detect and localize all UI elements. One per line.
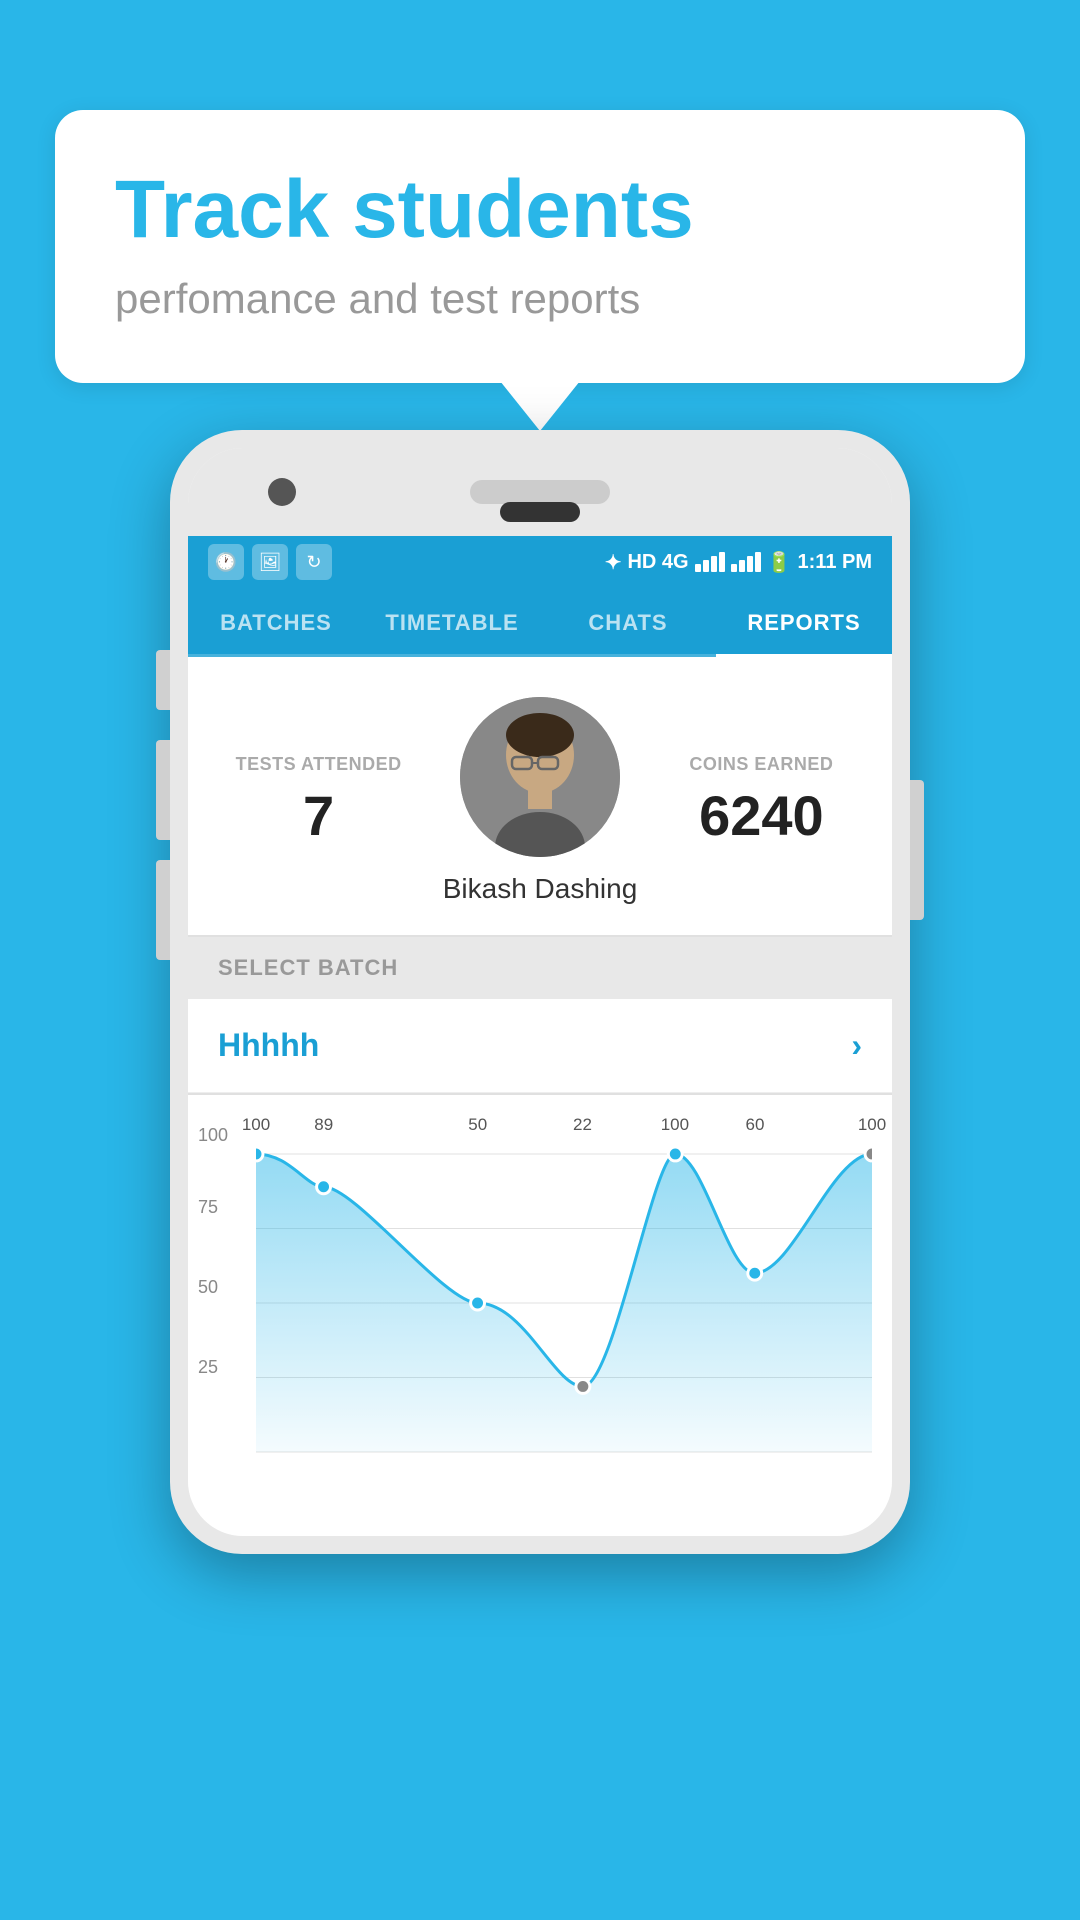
status-bar: 🕐 🖼 ↻ ✦ HD 4G (188, 536, 892, 588)
user-name: Bikash Dashing (443, 873, 638, 905)
batch-name: Hhhhh (218, 1027, 319, 1064)
chart-point-0 (256, 1147, 263, 1161)
earpiece (500, 502, 580, 522)
chart-section: 100 75 50 25 100 89 50 22 100 60 1 (188, 1095, 892, 1478)
avatar (460, 697, 620, 857)
chart-point-4 (668, 1147, 682, 1161)
point-label-0: 100 (242, 1115, 270, 1135)
side-button-left1 (156, 650, 170, 710)
chevron-right-icon: › (851, 1027, 862, 1064)
phone-mockup: 🕐 🖼 ↻ ✦ HD 4G (170, 430, 910, 1554)
chart-point-1 (317, 1180, 331, 1194)
bubble-title: Track students (115, 165, 965, 255)
avatar-block: Bikash Dashing (419, 697, 661, 905)
chart-wrapper: 100 89 50 22 100 60 100 (256, 1115, 872, 1468)
chart-svg (256, 1143, 872, 1463)
tests-attended-label: TESTS ATTENDED (218, 754, 419, 775)
point-label-6: 100 (858, 1115, 886, 1135)
time-display: 1:11 PM (798, 551, 872, 574)
side-button-left3 (156, 860, 170, 960)
signal-bar-2 (703, 560, 709, 572)
bubble-subtitle: perfomance and test reports (115, 275, 965, 323)
y-label-25: 25 (198, 1357, 218, 1378)
side-button-right (910, 780, 924, 920)
coins-earned-value: 6240 (661, 783, 862, 848)
signal-bar-1 (695, 564, 701, 572)
chart-top-labels: 100 89 50 22 100 60 100 (256, 1115, 872, 1143)
point-label-3: 22 (573, 1115, 592, 1135)
chart-point-3 (576, 1380, 590, 1394)
tab-chats[interactable]: CHATS (540, 588, 716, 654)
signal-bar-3 (711, 556, 717, 572)
avatar-image (460, 697, 620, 857)
icon-image: 🖼 (252, 544, 288, 580)
point-label-2: 50 (468, 1115, 487, 1135)
point-label-1: 89 (314, 1115, 333, 1135)
status-icons-left: 🕐 🖼 ↻ (208, 544, 332, 580)
phone-body: 🕐 🖼 ↻ ✦ HD 4G (170, 430, 910, 1554)
point-label-5: 60 (745, 1115, 764, 1135)
point-label-4: 100 (661, 1115, 689, 1135)
y-label-75: 75 (198, 1197, 218, 1218)
tests-attended-block: TESTS ATTENDED 7 (218, 754, 419, 848)
status-icons-right: ✦ HD 4G (605, 550, 872, 575)
icon-clock: 🕐 (208, 544, 244, 580)
tab-timetable[interactable]: TIMETABLE (364, 588, 540, 654)
phone-top-bar (188, 448, 892, 536)
battery-icon: 🔋 (767, 550, 792, 575)
chart-point-2 (471, 1296, 485, 1310)
chart-point-6 (865, 1147, 872, 1161)
signal-bar-5 (731, 564, 737, 572)
icon-wifi: ↻ (296, 544, 332, 580)
tests-attended-value: 7 (218, 783, 419, 848)
signal-bar-6 (739, 560, 745, 572)
profile-section: TESTS ATTENDED 7 (188, 657, 892, 935)
camera-lens (268, 478, 296, 506)
signal-bar-7 (747, 556, 753, 572)
select-batch-label: SELECT BATCH (218, 955, 862, 981)
phone-inner: 🕐 🖼 ↻ ✦ HD 4G (188, 448, 892, 1536)
signal-bar-8 (755, 552, 761, 572)
network-label: HD 4G (627, 551, 688, 574)
tab-reports[interactable]: REPORTS (716, 588, 892, 654)
tab-batches[interactable]: BATCHES (188, 588, 364, 654)
side-button-left2 (156, 740, 170, 840)
speech-bubble: Track students perfomance and test repor… (55, 110, 1025, 383)
y-label-100: 100 (198, 1125, 228, 1146)
signal-bars-2 (731, 552, 761, 572)
coins-earned-label: COINS EARNED (661, 754, 862, 775)
nav-tabs: BATCHES TIMETABLE CHATS REPORTS (188, 588, 892, 657)
phone-screen: 🕐 🖼 ↻ ✦ HD 4G (188, 536, 892, 1536)
batch-item[interactable]: Hhhhh › (188, 999, 892, 1093)
select-batch-header: SELECT BATCH (188, 937, 892, 999)
speaker-grille (470, 480, 610, 504)
coins-earned-block: COINS EARNED 6240 (661, 754, 862, 848)
bluetooth-icon: ✦ (605, 550, 622, 575)
chart-point-5 (748, 1266, 762, 1280)
signal-bar-4 (719, 552, 725, 572)
y-label-50: 50 (198, 1277, 218, 1298)
signal-bars (695, 552, 725, 572)
